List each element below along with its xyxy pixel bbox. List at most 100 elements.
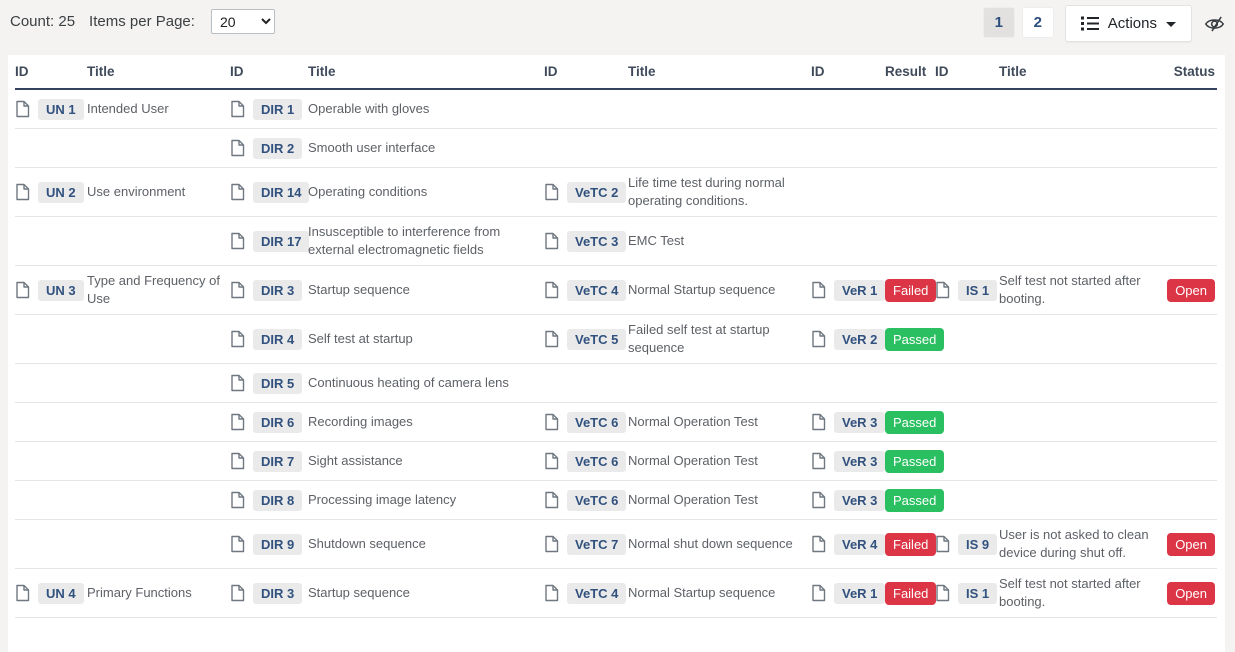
- item-id-badge[interactable]: DIR 17: [253, 231, 309, 252]
- item-id-badge[interactable]: VeR 1: [834, 280, 885, 301]
- id-cell: VeTC 2: [544, 182, 628, 203]
- title-cell: Recording images: [308, 413, 544, 431]
- table-row: DIR 8 Processing image latency VeTC 6Norma…: [15, 481, 1217, 520]
- item-id-badge[interactable]: IS 1: [958, 583, 997, 604]
- item-id-badge[interactable]: VeTC 3: [567, 231, 626, 252]
- item-id-badge[interactable]: IS 9: [958, 534, 997, 555]
- document-icon: [544, 183, 559, 201]
- document-icon: [544, 413, 559, 431]
- status-cell: Open: [1167, 582, 1217, 605]
- item-id-badge[interactable]: DIR 6: [253, 412, 302, 433]
- table-row: UN 1Intended UserDIR 1Operable with glov…: [15, 90, 1217, 129]
- result-cell: Failed: [885, 533, 935, 556]
- item-id-badge[interactable]: DIR 14: [253, 182, 309, 203]
- document-icon: [230, 100, 245, 118]
- column-header-id-3: ID: [544, 64, 628, 79]
- status-badge[interactable]: Open: [1167, 279, 1215, 302]
- item-id-badge[interactable]: DIR 8: [253, 490, 302, 511]
- status-badge[interactable]: Open: [1167, 533, 1215, 556]
- item-id-badge[interactable]: VeR 3: [834, 490, 885, 511]
- item-id-badge[interactable]: VeTC 4: [567, 583, 626, 604]
- item-id-badge[interactable]: UN 1: [38, 99, 84, 120]
- item-id-badge[interactable]: VeR 4: [834, 534, 885, 555]
- item-title: Normal shut down sequence: [628, 536, 793, 551]
- document-icon: [15, 281, 30, 299]
- item-id-badge[interactable]: UN 2: [38, 182, 84, 203]
- item-id-badge[interactable]: IS 1: [958, 280, 997, 301]
- id-cell: VeR 3: [811, 451, 885, 472]
- item-id-badge[interactable]: VeR 3: [834, 451, 885, 472]
- document-icon: [230, 452, 245, 470]
- result-badge[interactable]: Passed: [885, 328, 944, 351]
- page-button-2[interactable]: 2: [1023, 8, 1053, 37]
- item-id-badge[interactable]: DIR 1: [253, 99, 302, 120]
- result-badge[interactable]: Passed: [885, 411, 944, 434]
- item-id-badge[interactable]: VeTC 7: [567, 534, 626, 555]
- result-badge[interactable]: Passed: [885, 450, 944, 473]
- id-cell: VeTC 7: [544, 534, 628, 555]
- id-cell: UN 1: [15, 99, 87, 120]
- table-row: DIR 7Sight assistanceVeTC 6Normal Operat…: [15, 442, 1217, 481]
- page-button-1[interactable]: 1: [984, 8, 1014, 37]
- item-id-badge[interactable]: DIR 2: [253, 138, 302, 159]
- result-badge[interactable]: Failed: [885, 533, 936, 556]
- title-cell: Insusceptible to interference from exter…: [308, 223, 544, 259]
- id-cell: IS 1: [935, 583, 999, 604]
- item-title: Normal Operation Test: [628, 492, 758, 507]
- result-badge[interactable]: Passed: [885, 489, 944, 512]
- title-cell: Sight assistance: [308, 452, 544, 470]
- items-per-page-select[interactable]: 20: [211, 9, 275, 34]
- document-icon: [935, 281, 950, 299]
- document-icon: [544, 584, 559, 602]
- item-title: Type and Frequency of Use: [87, 273, 220, 306]
- toolbar-left: Count: 25 Items per Page: 20: [10, 5, 275, 34]
- eye-slash-icon[interactable]: [1204, 14, 1225, 34]
- item-id-badge[interactable]: DIR 5: [253, 373, 302, 394]
- id-cell: DIR 8: [230, 490, 308, 511]
- item-title: Smooth user interface: [308, 140, 435, 155]
- item-title: Processing image latency: [308, 492, 456, 507]
- result-badge[interactable]: Failed: [885, 582, 936, 605]
- item-title: Startup sequence: [308, 585, 410, 600]
- item-id-badge[interactable]: VeTC 6: [567, 490, 626, 511]
- item-id-badge[interactable]: DIR 9: [253, 534, 302, 555]
- status-cell: Open: [1167, 279, 1217, 302]
- item-id-badge[interactable]: VeTC 2: [567, 182, 626, 203]
- document-icon: [935, 584, 950, 602]
- item-id-badge[interactable]: VeTC 6: [567, 412, 626, 433]
- list-icon: [1081, 16, 1099, 31]
- id-cell: VeTC 6: [544, 412, 628, 433]
- item-id-badge[interactable]: VeTC 6: [567, 451, 626, 472]
- document-icon: [544, 491, 559, 509]
- item-id-badge[interactable]: VeTC 4: [567, 280, 626, 301]
- count-label: Count: 25: [10, 13, 75, 30]
- item-id-badge[interactable]: DIR 7: [253, 451, 302, 472]
- item-id-badge[interactable]: VeR 3: [834, 412, 885, 433]
- item-title: Insusceptible to interference from exter…: [308, 224, 500, 257]
- table-row: DIR 9 Shutdown sequence VeTC 7Normal shut …: [15, 520, 1217, 569]
- title-cell: Shutdown sequence: [308, 535, 544, 553]
- title-cell: Life time test during normal operating c…: [628, 174, 811, 210]
- document-icon: [230, 281, 245, 299]
- item-id-badge[interactable]: VeR 1: [834, 583, 885, 604]
- item-id-badge[interactable]: VeR 2: [834, 329, 885, 350]
- actions-button[interactable]: Actions: [1065, 5, 1192, 42]
- result-badge[interactable]: Failed: [885, 279, 936, 302]
- id-cell: UN 3: [15, 280, 87, 301]
- id-cell: DIR 6: [230, 412, 308, 433]
- id-cell: DIR 5: [230, 373, 308, 394]
- title-cell: Self test not started after booting.: [999, 575, 1167, 611]
- item-id-badge[interactable]: DIR 3: [253, 583, 302, 604]
- id-cell: UN 4: [15, 583, 87, 604]
- item-id-badge[interactable]: UN 3: [38, 280, 84, 301]
- id-cell: VeR 2: [811, 329, 885, 350]
- id-cell: DIR 14: [230, 182, 308, 203]
- item-id-badge[interactable]: DIR 4: [253, 329, 302, 350]
- status-badge[interactable]: Open: [1167, 582, 1215, 605]
- document-icon: [230, 413, 245, 431]
- item-title: Operating conditions: [308, 184, 427, 199]
- item-id-badge[interactable]: VeTC 5: [567, 329, 626, 350]
- item-id-badge[interactable]: UN 4: [38, 583, 84, 604]
- result-cell: Passed: [885, 450, 935, 473]
- item-id-badge[interactable]: DIR 3: [253, 280, 302, 301]
